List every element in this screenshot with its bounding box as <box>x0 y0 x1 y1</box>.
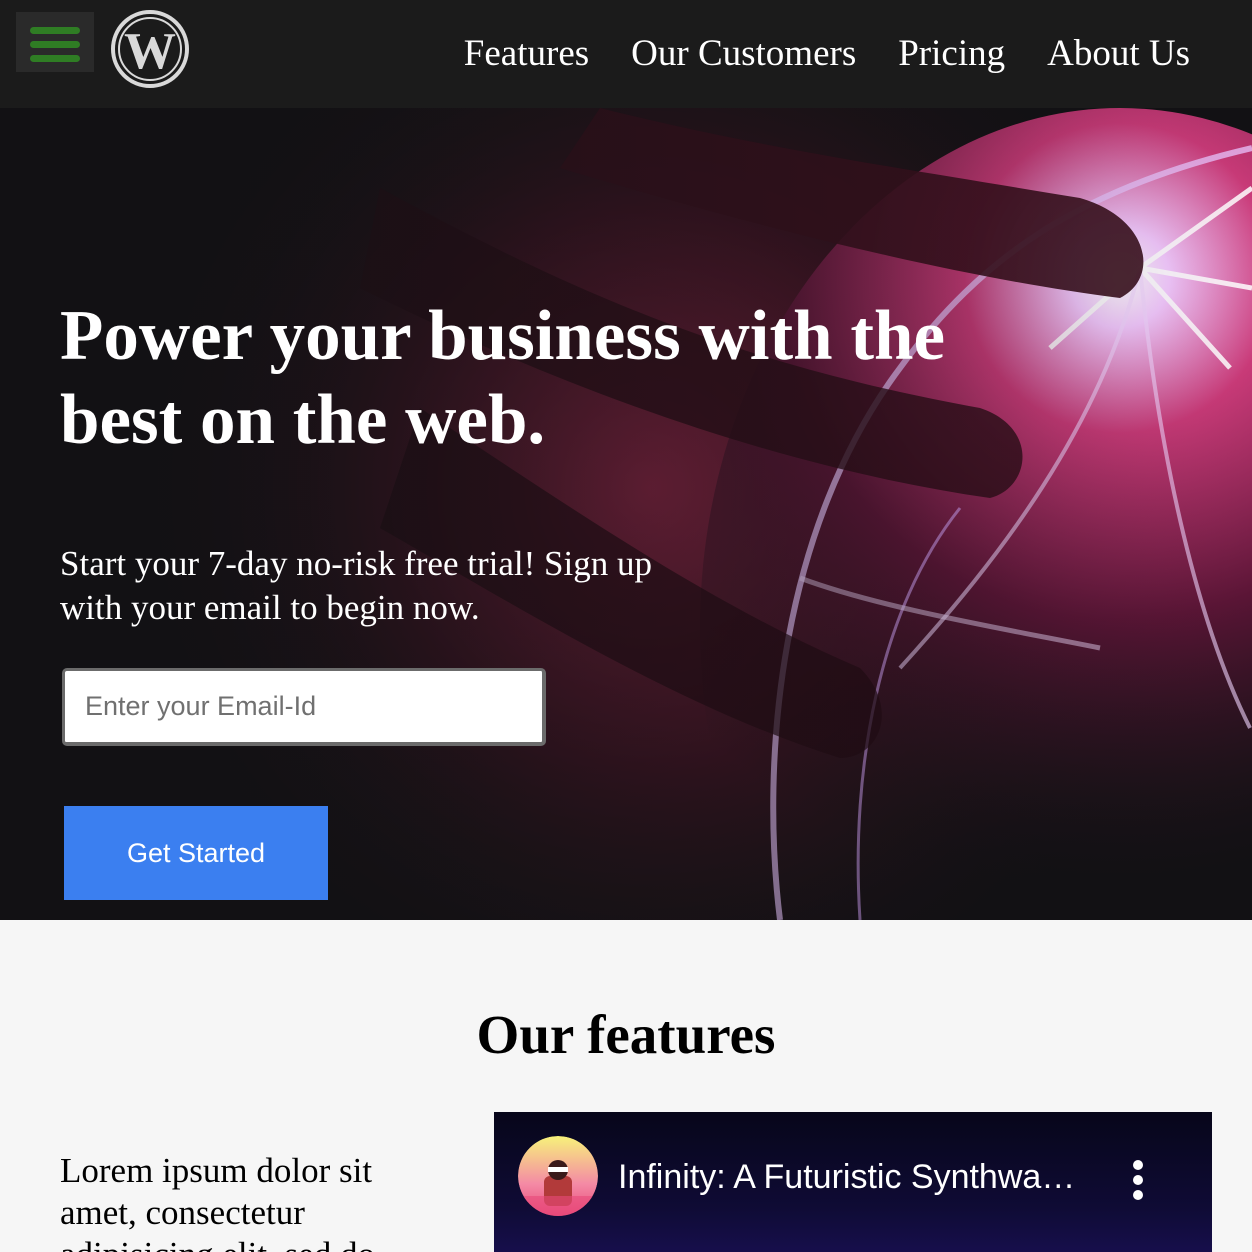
svg-text:W: W <box>124 23 176 80</box>
youtube-video-embed[interactable]: Infinity: A Futuristic Synthwave Mix <box>494 1112 1212 1252</box>
email-input[interactable] <box>62 668 546 746</box>
hamburger-menu-icon[interactable] <box>16 12 94 72</box>
hero-subtitle: Start your 7-day no-risk free trial! Sig… <box>60 544 652 627</box>
wordpress-logo-icon[interactable]: W <box>108 8 192 90</box>
hero-section: Power your business with the best on the… <box>0 108 1252 920</box>
feature-description: Lorem ipsum dolor sit amet, consectetur … <box>60 1151 375 1252</box>
hero-background-image <box>0 108 1252 920</box>
main-nav: Features Our Customers Pricing About Us <box>464 32 1190 76</box>
video-title[interactable]: Infinity: A Futuristic Synthwave Mix <box>618 1156 1088 1198</box>
nav-link-features[interactable]: Features <box>464 32 589 76</box>
features-title: Our features <box>476 1004 776 1065</box>
more-vert-icon[interactable] <box>1126 1160 1150 1200</box>
hero-title: Power your business with the best on the… <box>60 297 945 459</box>
channel-avatar[interactable] <box>518 1136 598 1216</box>
top-navigation-bar: W Features Our Customers Pricing About U… <box>0 0 1252 108</box>
get-started-button[interactable]: Get Started <box>64 806 328 900</box>
nav-link-our-customers[interactable]: Our Customers <box>631 32 856 76</box>
nav-link-about-us[interactable]: About Us <box>1047 32 1190 76</box>
nav-link-pricing[interactable]: Pricing <box>898 32 1005 76</box>
